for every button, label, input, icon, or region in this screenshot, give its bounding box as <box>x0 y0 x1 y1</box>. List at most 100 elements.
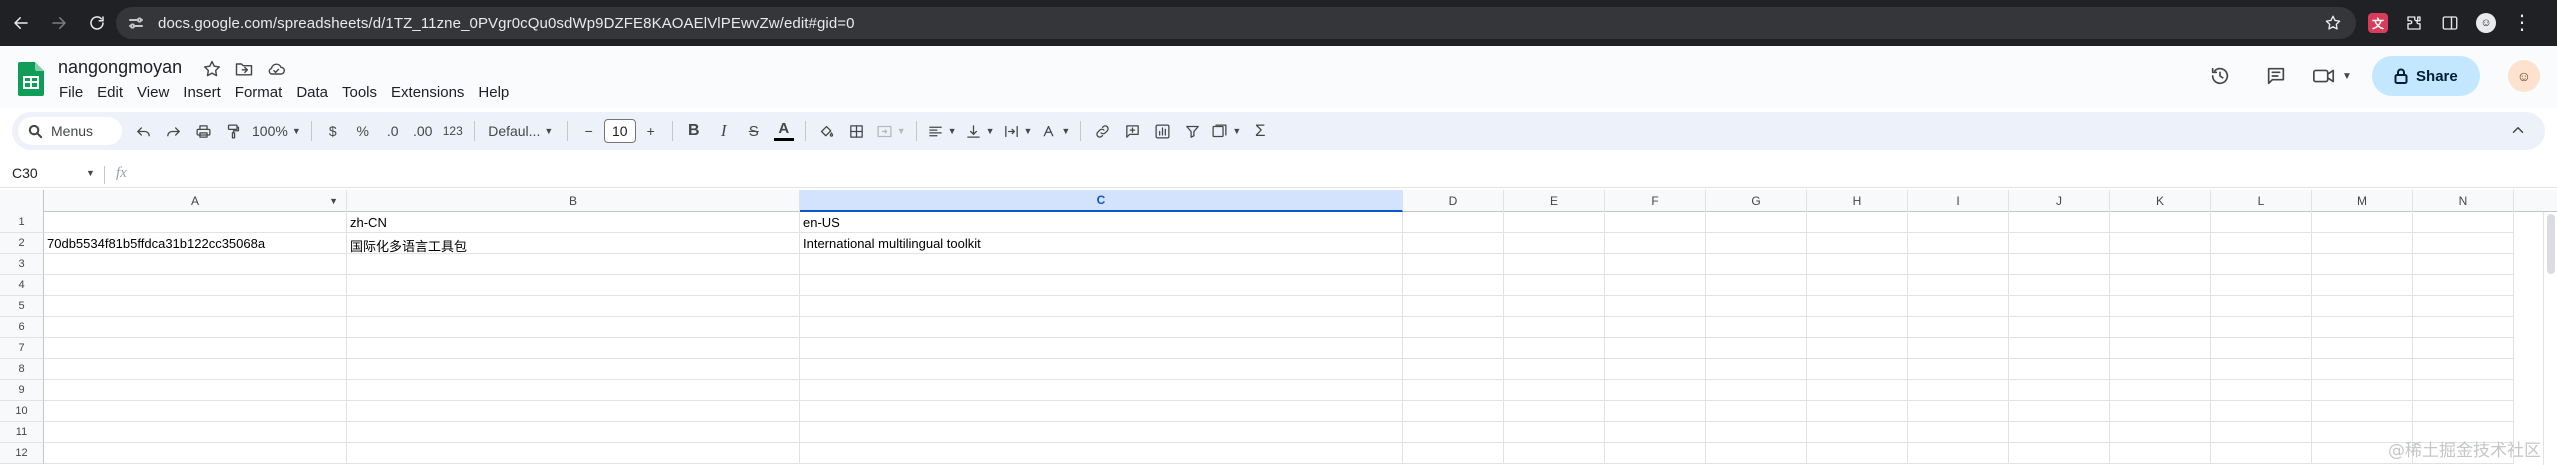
cell-n2[interactable] <box>2413 233 2514 254</box>
extensions-puzzle-icon[interactable] <box>2404 13 2424 33</box>
cell-e10[interactable] <box>1504 401 1605 422</box>
cell-d12[interactable] <box>1403 443 1504 464</box>
cell-c1[interactable]: en-US <box>800 212 1403 233</box>
menu-file[interactable]: File <box>52 82 90 103</box>
cell-l7[interactable] <box>2211 338 2312 359</box>
cell-f9[interactable] <box>1605 380 1706 401</box>
cell-b10[interactable] <box>347 401 800 422</box>
column-header-e[interactable]: E <box>1504 190 1605 212</box>
cell-h6[interactable] <box>1807 317 1908 338</box>
vertical-scrollbar[interactable] <box>2543 212 2557 465</box>
cell-e7[interactable] <box>1504 338 1605 359</box>
cell-i2[interactable] <box>1908 233 2009 254</box>
cell-d2[interactable] <box>1403 233 1504 254</box>
cell-b12[interactable] <box>347 443 800 464</box>
cell-i9[interactable] <box>1908 380 2009 401</box>
borders-icon[interactable] <box>842 117 872 145</box>
row-header[interactable]: 2 <box>0 233 44 254</box>
redo-icon[interactable] <box>158 117 188 145</box>
cell-k4[interactable] <box>2110 275 2211 296</box>
cell-a6[interactable] <box>44 317 347 338</box>
cell-c10[interactable] <box>800 401 1403 422</box>
cell-f4[interactable] <box>1605 275 1706 296</box>
cell-b1[interactable]: zh-CN <box>347 212 800 233</box>
functions-button[interactable]: Σ <box>1245 117 1275 145</box>
cell-f11[interactable] <box>1605 422 1706 443</box>
column-header-d[interactable]: D <box>1403 190 1504 212</box>
decrease-decimal-button[interactable]: .0 <box>378 117 408 145</box>
cell-g12[interactable] <box>1706 443 1807 464</box>
column-header-f[interactable]: F <box>1605 190 1706 212</box>
row-header[interactable]: 5 <box>0 296 44 317</box>
address-bar[interactable]: docs.google.com/spreadsheets/d/1TZ_11zne… <box>116 7 2356 39</box>
menu-view[interactable]: View <box>130 82 176 103</box>
cell-g2[interactable] <box>1706 233 1807 254</box>
cell-b11[interactable] <box>347 422 800 443</box>
column-header-h[interactable]: H <box>1807 190 1908 212</box>
cell-h9[interactable] <box>1807 380 1908 401</box>
menu-tools[interactable]: Tools <box>335 82 384 103</box>
menus-search[interactable]: Menus <box>18 117 122 145</box>
filter-views-icon[interactable]: ▼ <box>1207 117 1245 145</box>
bold-button[interactable]: B <box>679 117 709 145</box>
cell-m8[interactable] <box>2312 359 2413 380</box>
cell-f7[interactable] <box>1605 338 1706 359</box>
cell-a7[interactable] <box>44 338 347 359</box>
column-header-g[interactable]: G <box>1706 190 1807 212</box>
cell-l5[interactable] <box>2211 296 2312 317</box>
row-header[interactable]: 9 <box>0 380 44 401</box>
cell-n8[interactable] <box>2413 359 2514 380</box>
cell-k5[interactable] <box>2110 296 2211 317</box>
cell-j7[interactable] <box>2009 338 2110 359</box>
column-header-b[interactable]: B <box>347 190 800 212</box>
select-all-corner[interactable] <box>0 190 44 212</box>
cell-f8[interactable] <box>1605 359 1706 380</box>
cell-d9[interactable] <box>1403 380 1504 401</box>
cloud-status-icon[interactable] <box>266 59 286 79</box>
spreadsheet-grid[interactable]: A ▼ B C D E F G H I J K L M N 1 zh-CN en-U… <box>0 190 2557 465</box>
cell-f3[interactable] <box>1605 254 1706 275</box>
reload-icon[interactable] <box>80 6 114 40</box>
font-select[interactable]: Defaul... ▼ <box>481 117 561 145</box>
cell-h8[interactable] <box>1807 359 1908 380</box>
insert-chart-icon[interactable] <box>1147 117 1177 145</box>
cell-i6[interactable] <box>1908 317 2009 338</box>
share-button[interactable]: Share <box>2371 56 2480 96</box>
cell-c9[interactable] <box>800 380 1403 401</box>
column-header-m[interactable]: M <box>2312 190 2413 212</box>
cell-j11[interactable] <box>2009 422 2110 443</box>
cell-h5[interactable] <box>1807 296 1908 317</box>
increase-decimal-button[interactable]: .00 <box>408 117 438 145</box>
column-header-j[interactable]: J <box>2009 190 2110 212</box>
row-header[interactable]: 8 <box>0 359 44 380</box>
cell-i3[interactable] <box>1908 254 2009 275</box>
cell-l1[interactable] <box>2211 212 2312 233</box>
cell-h4[interactable] <box>1807 275 1908 296</box>
side-panel-icon[interactable] <box>2440 13 2460 33</box>
cell-d6[interactable] <box>1403 317 1504 338</box>
menu-format[interactable]: Format <box>228 82 290 103</box>
forward-icon[interactable] <box>42 6 76 40</box>
cell-i4[interactable] <box>1908 275 2009 296</box>
cell-a10[interactable] <box>44 401 347 422</box>
cell-k10[interactable] <box>2110 401 2211 422</box>
url-text[interactable]: docs.google.com/spreadsheets/d/1TZ_11zne… <box>158 15 855 32</box>
cell-l2[interactable] <box>2211 233 2312 254</box>
cell-d3[interactable] <box>1403 254 1504 275</box>
cell-j3[interactable] <box>2009 254 2110 275</box>
cell-b7[interactable] <box>347 338 800 359</box>
cell-h3[interactable] <box>1807 254 1908 275</box>
cell-m3[interactable] <box>2312 254 2413 275</box>
cell-f1[interactable] <box>1605 212 1706 233</box>
cell-k11[interactable] <box>2110 422 2211 443</box>
cell-j1[interactable] <box>2009 212 2110 233</box>
cell-j5[interactable] <box>2009 296 2110 317</box>
cell-c4[interactable] <box>800 275 1403 296</box>
cell-g8[interactable] <box>1706 359 1807 380</box>
text-wrapping-icon[interactable]: ▼ <box>999 117 1037 145</box>
version-history-icon[interactable] <box>2200 56 2240 96</box>
cell-e9[interactable] <box>1504 380 1605 401</box>
menu-edit[interactable]: Edit <box>90 82 130 103</box>
cell-c12[interactable] <box>800 443 1403 464</box>
print-icon[interactable] <box>188 117 218 145</box>
